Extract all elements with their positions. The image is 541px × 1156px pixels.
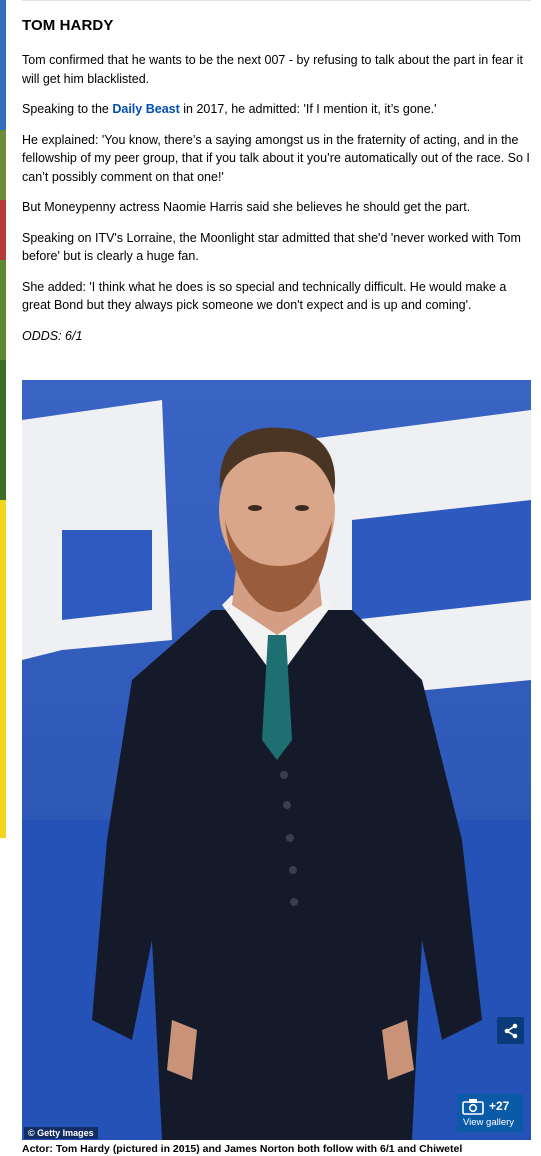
section-title: TOM HARDY [22, 17, 114, 34]
divider [22, 0, 531, 1]
view-gallery-button[interactable]: +27 View gallery [457, 1094, 523, 1132]
daily-beast-link[interactable]: Daily Beast [112, 102, 179, 116]
camera-icon [462, 1099, 484, 1115]
paragraph: Tom confirmed that he wants to be the ne… [22, 53, 523, 86]
article-body: TOM HARDY Tom confirmed that he wants to… [22, 16, 532, 345]
paragraph: Speaking on ITV's Lorraine, the Moonligh… [22, 230, 521, 264]
photo-illustration [22, 380, 531, 1140]
article-photo[interactable] [22, 380, 531, 1140]
gallery-count: +27 [489, 1099, 510, 1113]
paragraph: But Moneypenny actress Naomie Harris sai… [22, 200, 471, 214]
gallery-label: View gallery [463, 1117, 515, 1128]
share-icon [504, 1023, 517, 1038]
photo-credit: © Getty Images [24, 1127, 98, 1139]
paragraph: He explained: 'You know, there’s a sayin… [22, 132, 530, 184]
left-ad-strip [0, 0, 6, 838]
photo-caption: Actor: Tom Hardy (pictured in 2015) and … [22, 1143, 463, 1155]
paragraph: She added: 'I think what he does is so s… [22, 279, 507, 313]
share-button[interactable] [497, 1017, 524, 1044]
paragraph: Speaking to the Daily Beast in 2017, he … [22, 102, 437, 116]
odds-text: ODDS: 6/1 [22, 328, 83, 343]
